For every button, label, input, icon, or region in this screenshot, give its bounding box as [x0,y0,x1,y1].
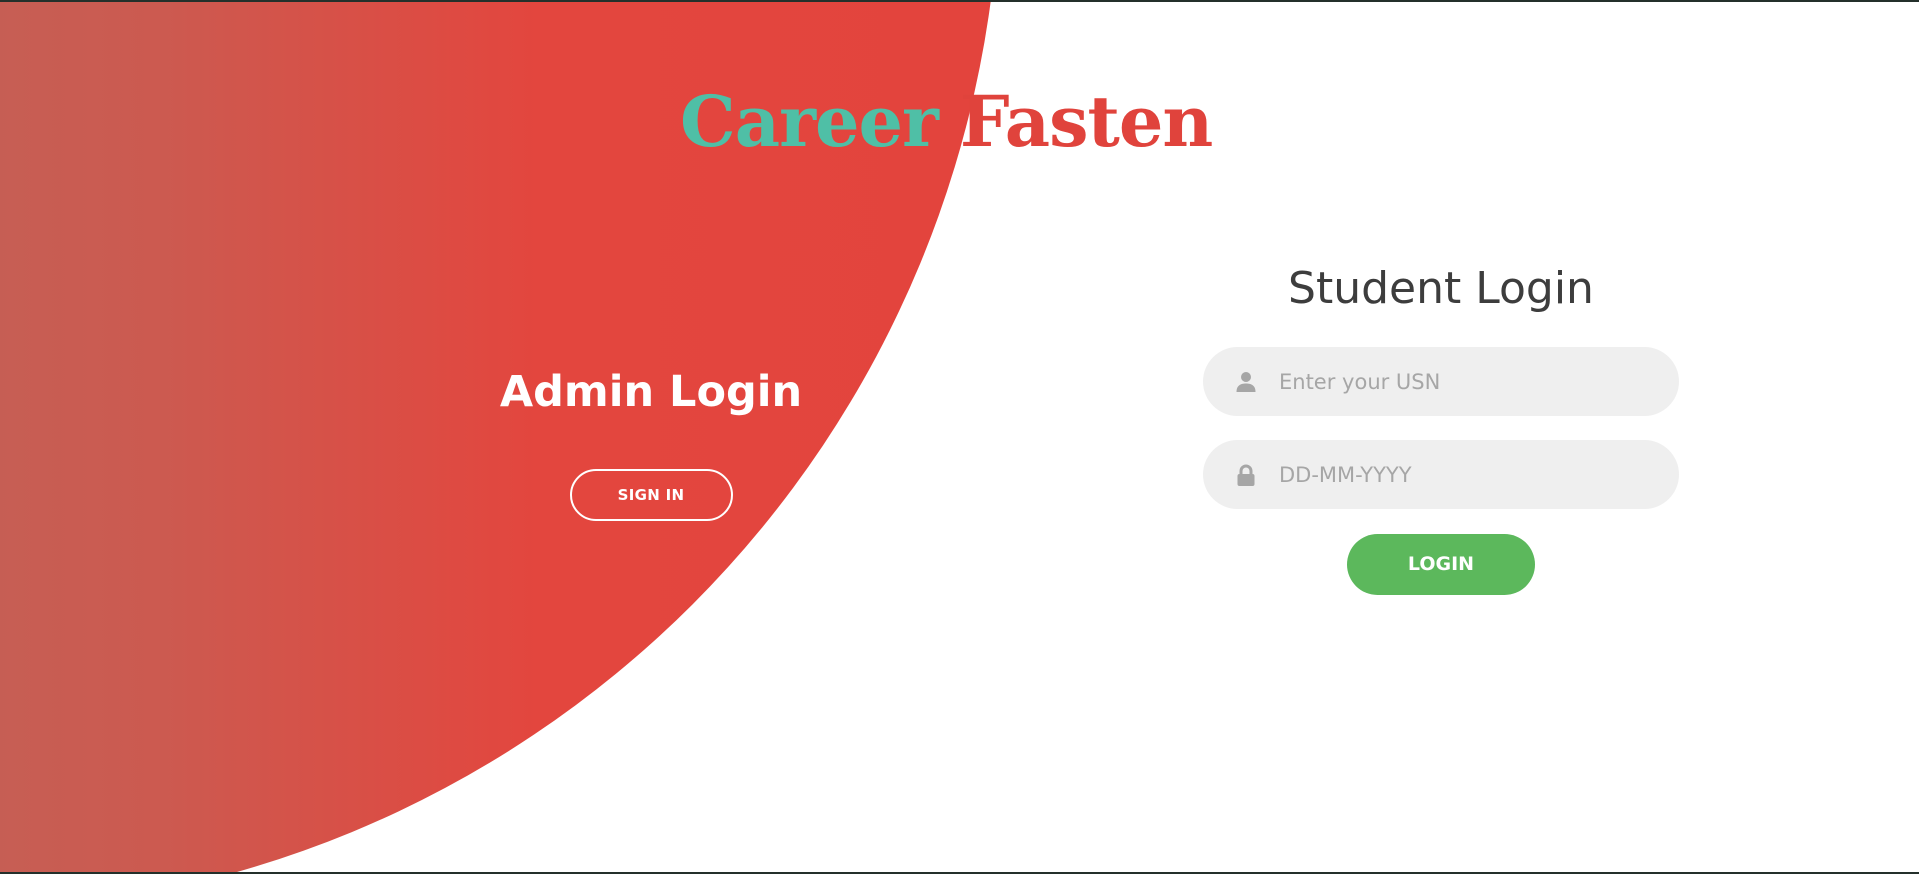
student-login-button[interactable]: LOGIN [1347,534,1535,595]
login-page: Career Fasten Admin Login SIGN IN Student… [0,0,1919,874]
brand-word-career: Career [680,80,939,163]
login-button-row: LOGIN [1203,534,1679,595]
usn-input[interactable] [1279,347,1659,416]
student-login-form: Student Login LOGIN [1203,257,1679,595]
admin-login-section: Admin Login SIGN IN [451,362,851,521]
usn-field[interactable] [1203,347,1679,416]
dob-field[interactable] [1203,440,1679,509]
student-login-title: Student Login [1288,263,1594,314]
brand-word-fasten: Fasten [959,80,1213,163]
admin-login-title: Admin Login [499,367,803,417]
dob-input[interactable] [1279,440,1659,509]
user-icon [1235,371,1257,393]
brand-title: Career Fasten [680,80,1213,164]
admin-sign-in-button[interactable]: SIGN IN [569,469,733,521]
lock-icon [1235,464,1257,486]
